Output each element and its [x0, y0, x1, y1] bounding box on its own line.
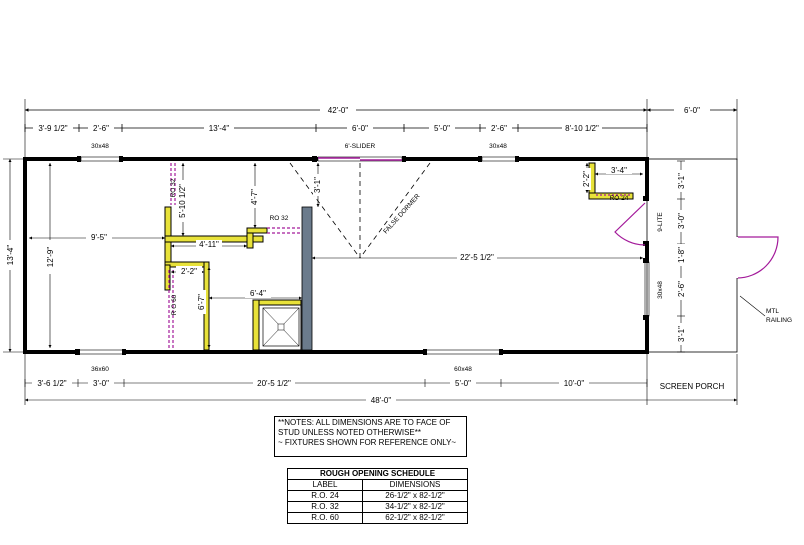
- dim-porch-6ft: 6'-0": [684, 106, 700, 115]
- window-label-60x48: 60x48: [454, 366, 472, 373]
- window-label-36x60: 36x60: [91, 366, 109, 373]
- dim-right-5: 3'-1": [677, 326, 686, 342]
- dim-top-3: 13'-4": [209, 124, 230, 133]
- dim-right-3: 1'-8": [677, 247, 686, 263]
- dim-bottom-2: 3'-0": [93, 379, 109, 388]
- false-dormer-label: FALSE DORMER: [382, 193, 421, 236]
- schedule-cell: R.O. 32: [287, 501, 363, 513]
- note-line-3: ~ FIXTURES SHOWN FOR REFERENCE ONLY~: [278, 438, 457, 447]
- dim-6-7: 6'-7": [197, 294, 206, 310]
- ro60-label: R O 60: [171, 294, 178, 315]
- schedule-row: R.O. 60 62-1/2" x 82-1/2": [287, 512, 468, 524]
- mtl-railing-label-2: RAILING: [766, 317, 792, 324]
- dim-bottom-3: 20'-5 1/2": [257, 379, 291, 388]
- dim-42ft: 42'-0": [328, 106, 349, 115]
- dim-2-2-a: 2'-2": [181, 267, 197, 276]
- screen-porch-label: SCREEN PORCH: [660, 382, 725, 391]
- dim-top-6: 2'-6": [491, 124, 507, 133]
- schedule-title: ROUGH OPENING SCHEDULE: [287, 468, 468, 480]
- dim-5-10: 5'-10 1/2": [178, 184, 187, 218]
- top-segment-dimensions: 3'-9 1/2" 2'-6" 13'-4" 6'-0" 5'-0" 2'-6"…: [24, 123, 648, 133]
- schedule-cell: R.O. 24: [287, 490, 363, 502]
- dim-48ft: 48'-0": [371, 396, 392, 405]
- dim-4-11: 4'-11": [199, 240, 219, 249]
- schedule-row: R.O. 32 34-1/2" x 82-1/2": [287, 501, 468, 513]
- dim-6-4: 6'-4": [250, 289, 266, 298]
- mtl-railing-label-1: MTL: [766, 308, 779, 315]
- top-overall-dimension: 42'-0" 6'-0": [24, 99, 738, 160]
- ro32-label-a: RO 32: [170, 178, 177, 197]
- dim-bottom-1: 3'-6 1/2": [37, 379, 66, 388]
- right-dimensions: [646, 158, 766, 353]
- note-line-1: **NOTES: ALL DIMENSIONS ARE TO FACE OF: [278, 418, 451, 427]
- note-line-2: STUD UNLESS NOTED OTHERWISE**: [278, 428, 421, 437]
- floor-plan: 42'-0" 6'-0" 3'-9 1/2" 2'-6" 13'-4" 6'-0…: [3, 99, 792, 405]
- schedule-cell: 34-1/2" x 82-1/2": [362, 501, 468, 513]
- schedule-header-dimensions: DIMENSIONS: [362, 479, 468, 491]
- rough-opening-schedule: ROUGH OPENING SCHEDULE LABEL DIMENSIONS R…: [287, 468, 468, 524]
- exterior-walls: [23, 156, 650, 355]
- dim-3-4: 3'-4": [611, 166, 627, 175]
- ro32-label-b: RO 32: [270, 215, 289, 222]
- window-label-30x48-a: 30x48: [91, 143, 109, 150]
- nine-lite-label: 9-LITE: [657, 212, 664, 232]
- dim-2-2-b: 2'-2": [582, 171, 591, 187]
- ro24-label: RO 24: [610, 195, 629, 202]
- dim-13-4: 13'-4": [6, 245, 15, 266]
- dim-top-4: 6'-0": [352, 124, 368, 133]
- schedule-row: R.O. 24 26-1/2" x 82-1/2": [287, 490, 468, 502]
- dim-right-4: 2'-6": [677, 281, 686, 297]
- schedule-cell: 62-1/2" x 82-1/2": [362, 512, 468, 524]
- dim-bottom-4: 5'-0": [455, 379, 471, 388]
- schedule-header-label: LABEL: [287, 479, 363, 491]
- dim-bottom-5: 10'-0": [564, 379, 585, 388]
- dim-4-7: 4'-7": [250, 189, 259, 205]
- schedule-cell: 26-1/2" x 82-1/2": [362, 490, 468, 502]
- dim-left-inner: 12'-9": [46, 247, 55, 268]
- interior-walls: [164, 162, 634, 351]
- window-label-30x48-side: 30x48: [657, 281, 664, 299]
- schedule-cell: R.O. 60: [287, 512, 363, 524]
- dim-right-1: 3'-1": [677, 173, 686, 189]
- interior-dimensions: [29, 163, 643, 348]
- notes-box: **NOTES: ALL DIMENSIONS ARE TO FACE OF S…: [274, 416, 467, 457]
- dim-3-1: 3'-1": [313, 177, 322, 193]
- shower-fixture: [262, 307, 300, 347]
- dim-top-5: 5'-0": [434, 124, 450, 133]
- dim-9-5: 9'-5": [91, 233, 107, 242]
- slider-label: 6'-SLIDER: [345, 143, 376, 150]
- dim-22-5: 22'-5 1/2": [460, 253, 494, 262]
- dim-right-2: 3'-0": [677, 213, 686, 229]
- dim-top-1: 3'-9 1/2": [38, 124, 67, 133]
- window-label-30x48-b: 30x48: [489, 143, 507, 150]
- dim-top-7: 8'-10 1/2": [565, 124, 599, 133]
- structural-post: [301, 206, 313, 351]
- dim-top-2: 2'-6": [93, 124, 109, 133]
